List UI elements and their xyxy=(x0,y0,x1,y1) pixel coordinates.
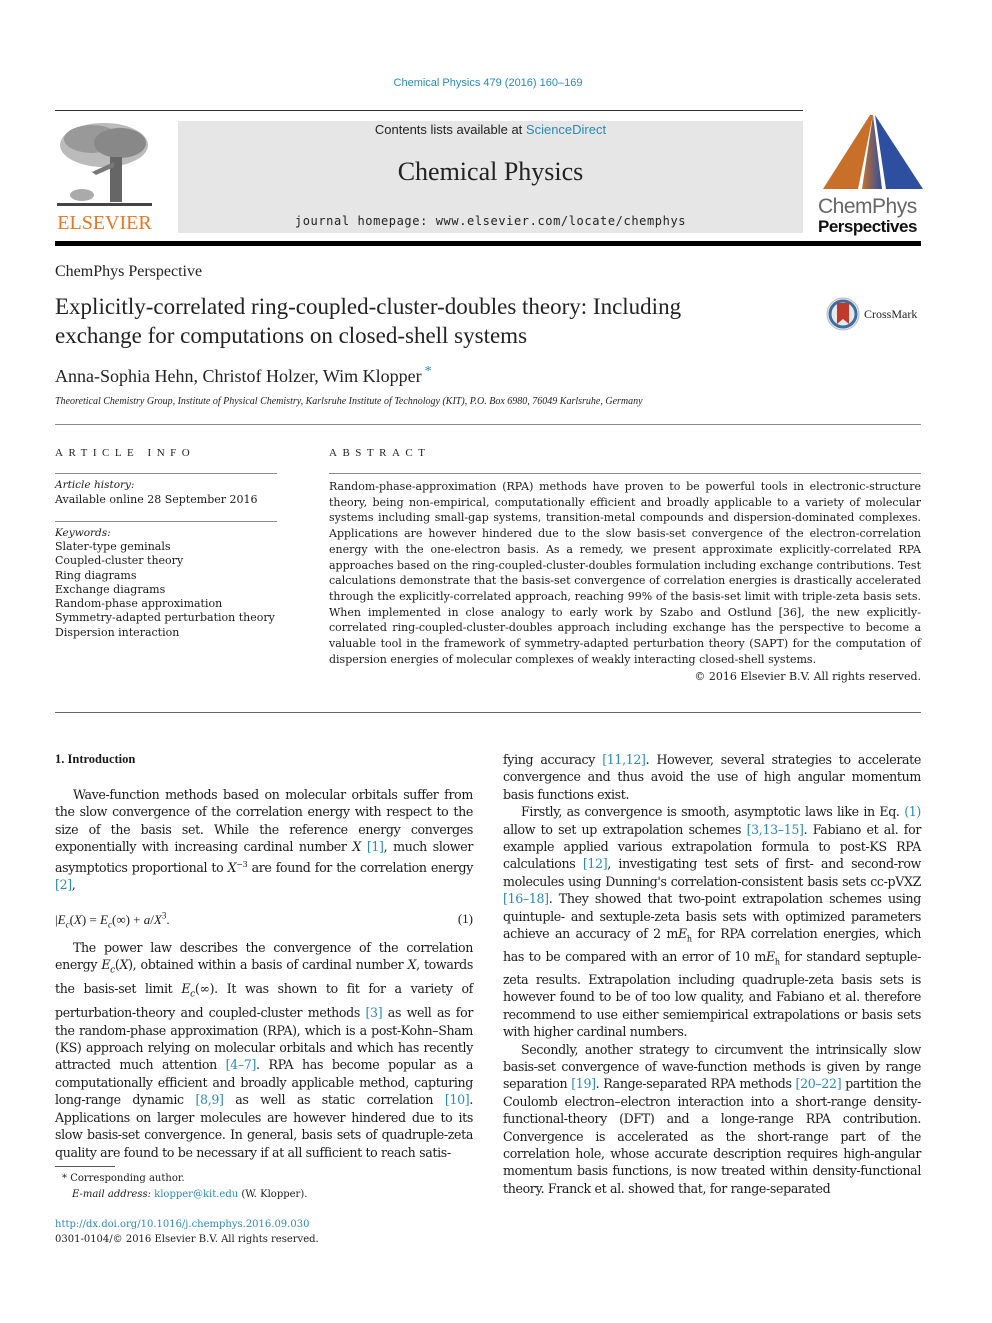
equation-body: |Ec(X) = Ec(∞) + a/X3. xyxy=(55,911,170,930)
keyword-item: Coupled-cluster theory xyxy=(55,554,184,568)
elsevier-tree-icon xyxy=(57,123,152,206)
article-type: ChemPhys Perspective xyxy=(55,263,203,280)
equation-ref-link[interactable]: (1) xyxy=(904,804,921,819)
journal-title: Chemical Physics xyxy=(397,157,584,186)
intro-right-column: fying accuracy [11,12]. However, several… xyxy=(503,751,921,1197)
crossmark-label: CrossMark xyxy=(864,306,918,321)
divider xyxy=(55,473,277,474)
authors-text: Anna-Sophia Hehn, Christof Holzer, Wim K… xyxy=(55,366,422,386)
author-list: Anna-Sophia Hehn, Christof Holzer, Wim K… xyxy=(55,364,432,387)
intro-paragraph-continued: fying accuracy [11,12]. However, several… xyxy=(503,752,921,802)
contents-prefix: Contents lists available at xyxy=(374,122,526,137)
divider xyxy=(55,712,921,713)
sciencedirect-link[interactable]: ScienceDirect xyxy=(526,122,606,137)
journal-banner: Contents lists available at ScienceDirec… xyxy=(178,121,803,233)
citation-link[interactable]: [16–18] xyxy=(503,891,549,906)
chemphys-tent-icon xyxy=(823,115,923,189)
keyword-item: Symmetry-adapted perturbation theory xyxy=(55,611,275,625)
citation-link[interactable]: [10] xyxy=(445,1092,470,1107)
divider xyxy=(329,473,921,474)
elsevier-logo[interactable]: ELSEVIER xyxy=(52,117,162,235)
keyword-item: Dispersion interaction xyxy=(55,625,180,639)
header-top-rule xyxy=(55,110,803,111)
history-label: Article history: xyxy=(55,479,135,491)
chemphys-wordmark: ChemPhys xyxy=(818,195,917,218)
article-title-line: Explicitly-correlated ring-coupled-clust… xyxy=(55,294,682,319)
citation-link[interactable]: [4–7] xyxy=(226,1057,257,1072)
citation-link[interactable]: [12] xyxy=(583,856,608,871)
footnote-mark: * xyxy=(62,1173,67,1184)
equation-number: (1) xyxy=(457,911,473,926)
citation-link[interactable]: [2] xyxy=(55,877,72,892)
doi-block: http://dx.doi.org/10.1016/j.chemphys.201… xyxy=(55,1217,319,1247)
citation-link[interactable]: [8,9] xyxy=(195,1092,223,1107)
divider xyxy=(55,521,277,522)
keyword-item: Random-phase approximation xyxy=(55,597,223,611)
section-heading-introduction: 1. Introduction xyxy=(55,752,136,766)
abstract-text: Random-phase-approximation (RPA) methods… xyxy=(329,480,921,666)
article-title-line: exchange for computations on closed-shel… xyxy=(55,323,528,348)
history-value: Available online 28 September 2016 xyxy=(55,493,258,506)
citation-link[interactable]: [3] xyxy=(365,1005,382,1020)
keyword-item: Exchange diagrams xyxy=(55,582,166,596)
keyword-item: Ring diagrams xyxy=(55,568,137,582)
crossmark-icon xyxy=(826,297,860,331)
corresponding-author-note: Corresponding author. xyxy=(70,1173,185,1184)
journal-citation-link[interactable]: Chemical Physics 479 (2016) 160–169 xyxy=(0,77,976,89)
keywords-list: Slater-type geminals Coupled-cluster the… xyxy=(55,540,275,640)
abstract-copyright: © 2016 Elsevier B.V. All rights reserved… xyxy=(694,670,921,683)
header-bottom-rule xyxy=(55,241,921,246)
doi-link[interactable]: http://dx.doi.org/10.1016/j.chemphys.201… xyxy=(55,1219,309,1230)
keywords-label: Keywords: xyxy=(55,527,111,539)
issn-copyright: 0301-0104/© 2016 Elsevier B.V. All right… xyxy=(55,1234,319,1245)
citation-link[interactable]: [11,12] xyxy=(602,752,646,767)
intro-paragraph-4: Secondly, another strategy to circumvent… xyxy=(503,1041,921,1196)
abstract-heading: ABSTRACT xyxy=(329,447,431,459)
keyword-item: Slater-type geminals xyxy=(55,540,171,553)
email-link[interactable]: klopper@kit.edu xyxy=(154,1189,238,1200)
intro-paragraph-3: Firstly, as convergence is smooth, asymp… xyxy=(503,804,922,1040)
citation-link[interactable]: [20–22] xyxy=(796,1076,842,1091)
citation-link[interactable]: [3,13–15] xyxy=(747,822,804,837)
email-label: E-mail address: xyxy=(72,1189,155,1200)
citation-link[interactable]: [19] xyxy=(571,1076,596,1091)
chemphys-perspectives-logo[interactable]: ChemPhys Perspectives xyxy=(818,113,928,238)
contents-availability: Contents lists available at ScienceDirec… xyxy=(178,122,803,137)
affiliation: Theoretical Chemistry Group, Institute o… xyxy=(55,396,643,407)
divider xyxy=(55,424,921,425)
crossmark-button[interactable]: CrossMark xyxy=(826,297,917,331)
citation-link[interactable]: [1] xyxy=(367,839,384,854)
corresponding-author-mark[interactable]: * xyxy=(425,364,432,379)
equation-1: |Ec(X) = Ec(∞) + a/X3. (1) xyxy=(55,911,473,930)
intro-paragraph-1: Wave-function methods based on molecular… xyxy=(55,787,473,893)
article-info-heading: ARTICLE INFO xyxy=(55,447,196,459)
journal-homepage[interactable]: journal homepage: www.elsevier.com/locat… xyxy=(178,214,803,228)
intro-paragraph-2: The power law describes the convergence … xyxy=(55,940,473,1160)
elsevier-wordmark: ELSEVIER xyxy=(57,212,152,234)
article-title: Explicitly-correlated ring-coupled-clust… xyxy=(55,292,795,350)
perspectives-wordmark: Perspectives xyxy=(818,217,917,236)
footnote-rule xyxy=(55,1166,115,1167)
footnote: * Corresponding author. E-mail address: … xyxy=(62,1173,308,1200)
